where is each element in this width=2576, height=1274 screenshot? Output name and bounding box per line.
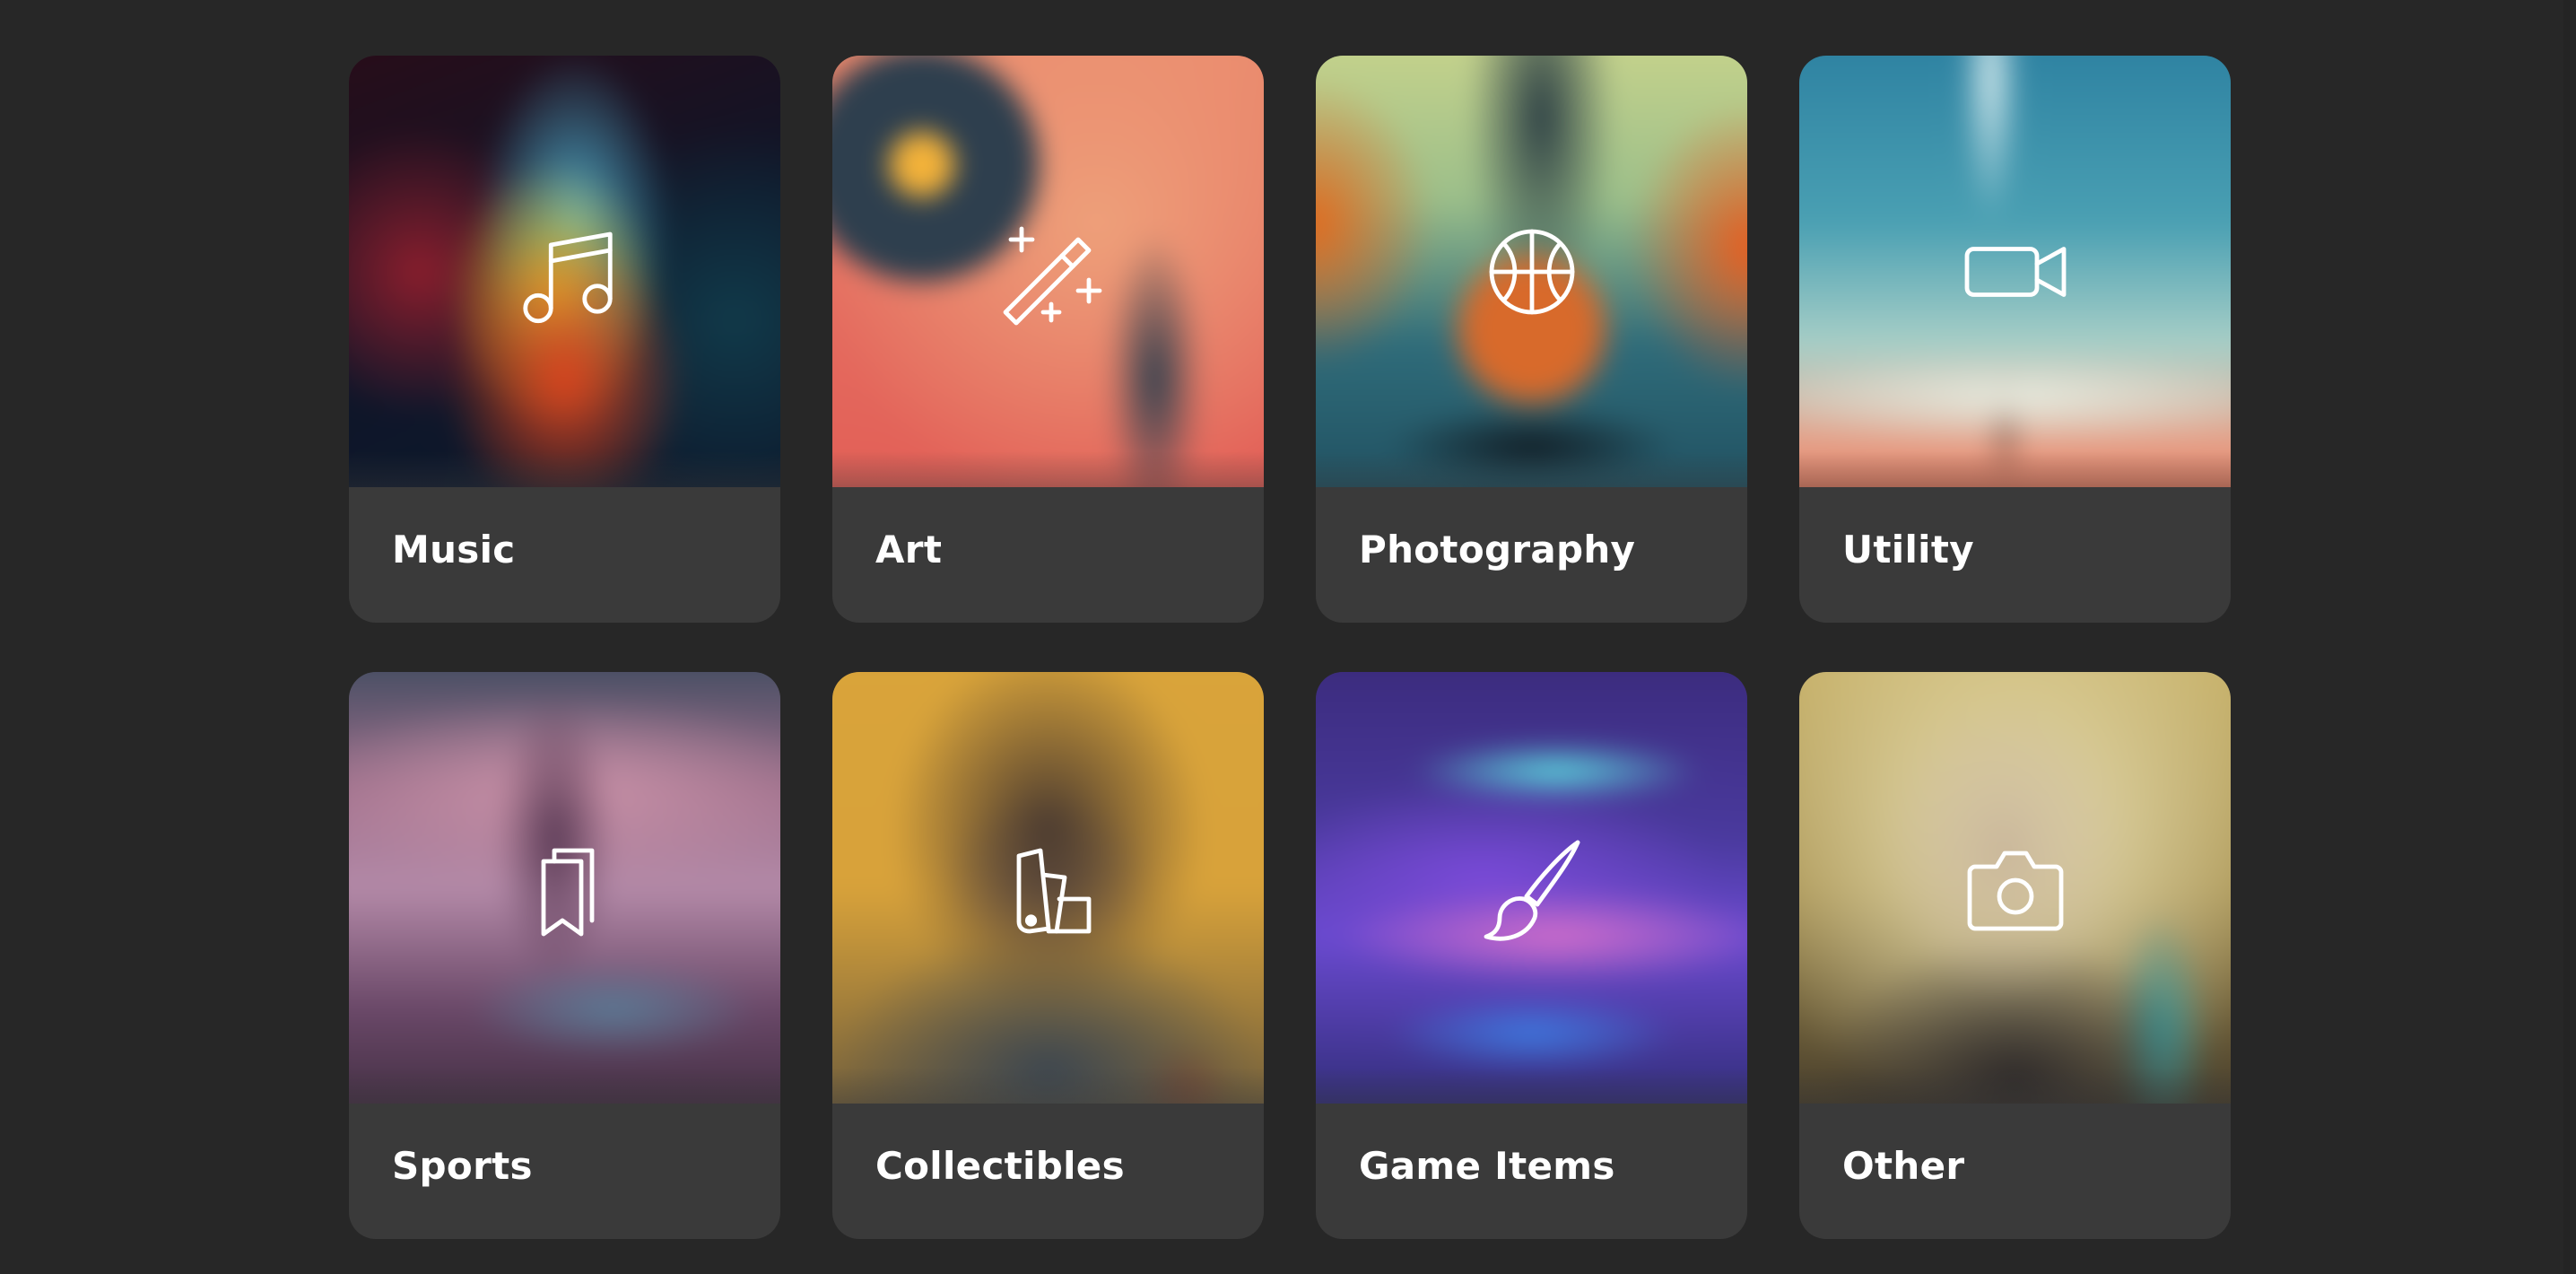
category-card-music[interactable]: Music bbox=[349, 56, 780, 623]
category-label: Sports bbox=[392, 1144, 533, 1188]
video-camera-icon bbox=[1948, 205, 2083, 339]
category-card-game-items[interactable]: Game Items bbox=[1316, 672, 1747, 1239]
category-thumbnail bbox=[349, 672, 780, 1104]
category-grid: Music Art Photography Utility Sports Col… bbox=[349, 56, 2231, 1239]
category-thumbnail bbox=[1799, 672, 2231, 1104]
paintbrush-icon bbox=[1465, 821, 1599, 956]
category-thumbnail bbox=[349, 56, 780, 487]
category-label: Collectibles bbox=[875, 1144, 1125, 1188]
category-thumbnail bbox=[1799, 56, 2231, 487]
category-thumbnail bbox=[832, 56, 1264, 487]
swatches-icon bbox=[981, 821, 1116, 956]
category-card-other[interactable]: Other bbox=[1799, 672, 2231, 1239]
category-label: Art bbox=[875, 528, 943, 572]
category-label: Photography bbox=[1359, 528, 1636, 572]
category-card-utility[interactable]: Utility bbox=[1799, 56, 2231, 623]
category-label: Other bbox=[1842, 1144, 1965, 1188]
category-label: Utility bbox=[1842, 528, 1974, 572]
category-card-photography[interactable]: Photography bbox=[1316, 56, 1747, 623]
category-card-collectibles[interactable]: Collectibles bbox=[832, 672, 1264, 1239]
magic-wand-icon bbox=[981, 205, 1116, 339]
category-card-sports[interactable]: Sports bbox=[349, 672, 780, 1239]
category-page: Music Art Photography Utility Sports Col… bbox=[0, 0, 2576, 1274]
music-note-icon bbox=[498, 205, 632, 339]
category-label: Music bbox=[392, 528, 516, 572]
category-thumbnail bbox=[832, 672, 1264, 1104]
category-label: Game Items bbox=[1359, 1144, 1615, 1188]
basketball-icon bbox=[1465, 205, 1599, 339]
category-thumbnail bbox=[1316, 56, 1747, 487]
camera-icon bbox=[1948, 821, 2083, 956]
category-thumbnail bbox=[1316, 672, 1747, 1104]
scrollbar-track[interactable] bbox=[2563, 0, 2576, 1274]
category-card-art[interactable]: Art bbox=[832, 56, 1264, 623]
bookmarks-icon bbox=[498, 821, 632, 956]
